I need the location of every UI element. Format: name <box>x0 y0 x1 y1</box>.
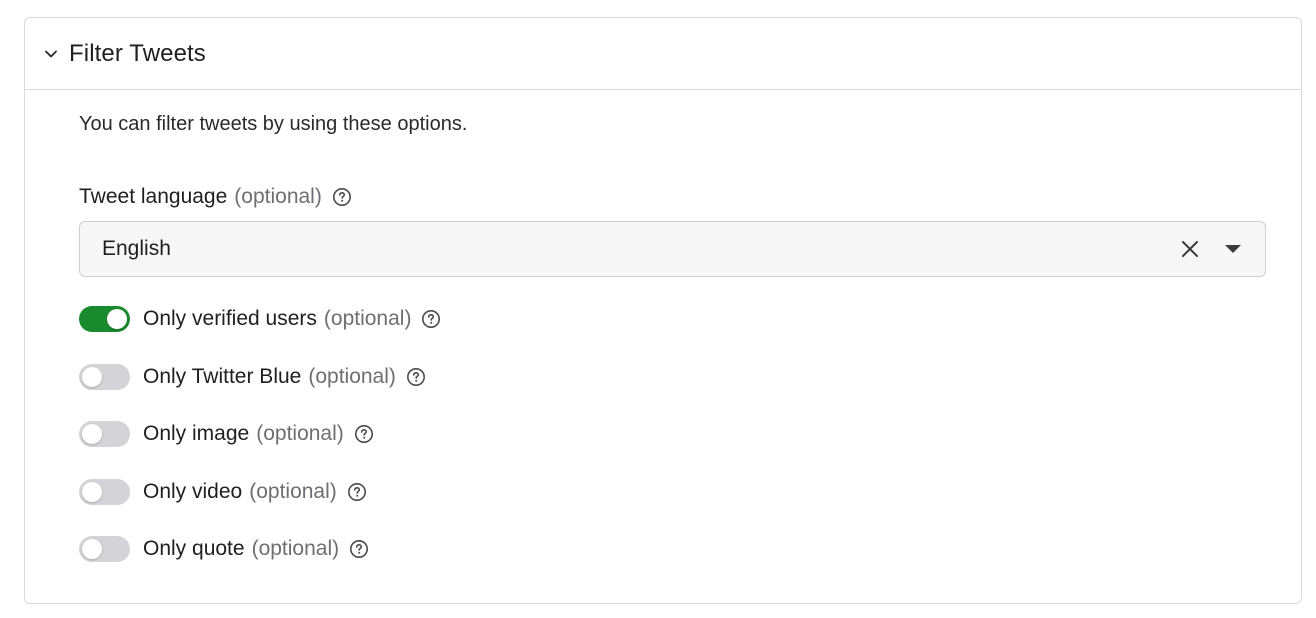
question-circle-icon[interactable] <box>421 309 441 329</box>
panel-header[interactable]: Filter Tweets <box>25 18 1301 90</box>
close-icon[interactable] <box>1179 238 1201 260</box>
optional-tag: (optional) <box>256 422 344 445</box>
optional-tag: (optional) <box>323 307 412 330</box>
toggle-row-twitter-blue: Only Twitter Blue (optional) <box>79 364 426 390</box>
question-circle-icon[interactable] <box>354 424 374 444</box>
tweet-language-select[interactable]: English <box>79 221 1266 277</box>
optional-tag: (optional) <box>249 480 337 503</box>
tweet-language-value: English <box>102 237 171 260</box>
toggle-label: Only video <box>143 480 243 503</box>
filter-tweets-panel: Filter Tweets You can filter tweets by u… <box>24 17 1302 604</box>
question-circle-icon[interactable] <box>406 367 426 387</box>
toggle-knob <box>82 367 102 387</box>
toggle-label: Only image <box>143 422 250 445</box>
toggle-label: Only verified users <box>143 307 317 330</box>
optional-tag: (optional) <box>234 185 322 208</box>
question-circle-icon[interactable] <box>347 482 367 502</box>
toggle-row-verified-users: Only verified users (optional) <box>79 306 441 332</box>
twitter-blue-toggle[interactable] <box>79 364 130 390</box>
panel-description: You can filter tweets by using these opt… <box>79 113 468 135</box>
toggle-row-quote: Only quote (optional) <box>79 536 369 562</box>
chevron-down-icon[interactable] <box>43 46 59 62</box>
toggle-label: Only Twitter Blue <box>143 365 302 388</box>
caret-down-icon[interactable] <box>1223 239 1243 259</box>
toggle-knob <box>107 309 127 329</box>
panel-title: Filter Tweets <box>69 39 206 67</box>
image-toggle[interactable] <box>79 421 130 447</box>
optional-tag: (optional) <box>251 537 340 560</box>
tweet-language-label: Tweet language <box>79 185 228 208</box>
toggle-knob <box>82 424 102 444</box>
tweet-language-label-row: Tweet language (optional) <box>79 185 352 209</box>
quote-toggle[interactable] <box>79 536 130 562</box>
video-toggle[interactable] <box>79 479 130 505</box>
toggle-knob <box>82 539 102 559</box>
question-circle-icon[interactable] <box>332 187 352 207</box>
verified-users-toggle[interactable] <box>79 306 130 332</box>
toggle-row-video: Only video (optional) <box>79 479 367 505</box>
toggle-knob <box>82 482 102 502</box>
question-circle-icon[interactable] <box>349 539 369 559</box>
optional-tag: (optional) <box>308 365 396 388</box>
toggle-label: Only quote <box>143 537 245 560</box>
toggle-row-image: Only image (optional) <box>79 421 374 447</box>
